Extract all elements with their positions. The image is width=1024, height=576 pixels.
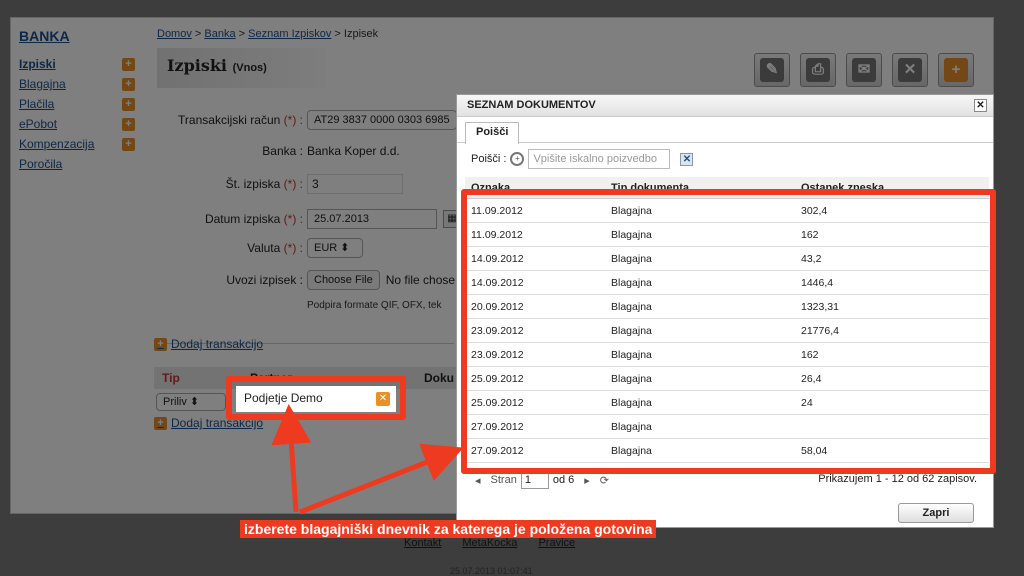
arrow-to-grid — [299, 443, 464, 515]
arrow-to-partner — [271, 404, 312, 513]
annotation-caption: izberete blagajniški dnevnik za katerega… — [240, 520, 657, 538]
annotation-arrows — [271, 404, 464, 515]
